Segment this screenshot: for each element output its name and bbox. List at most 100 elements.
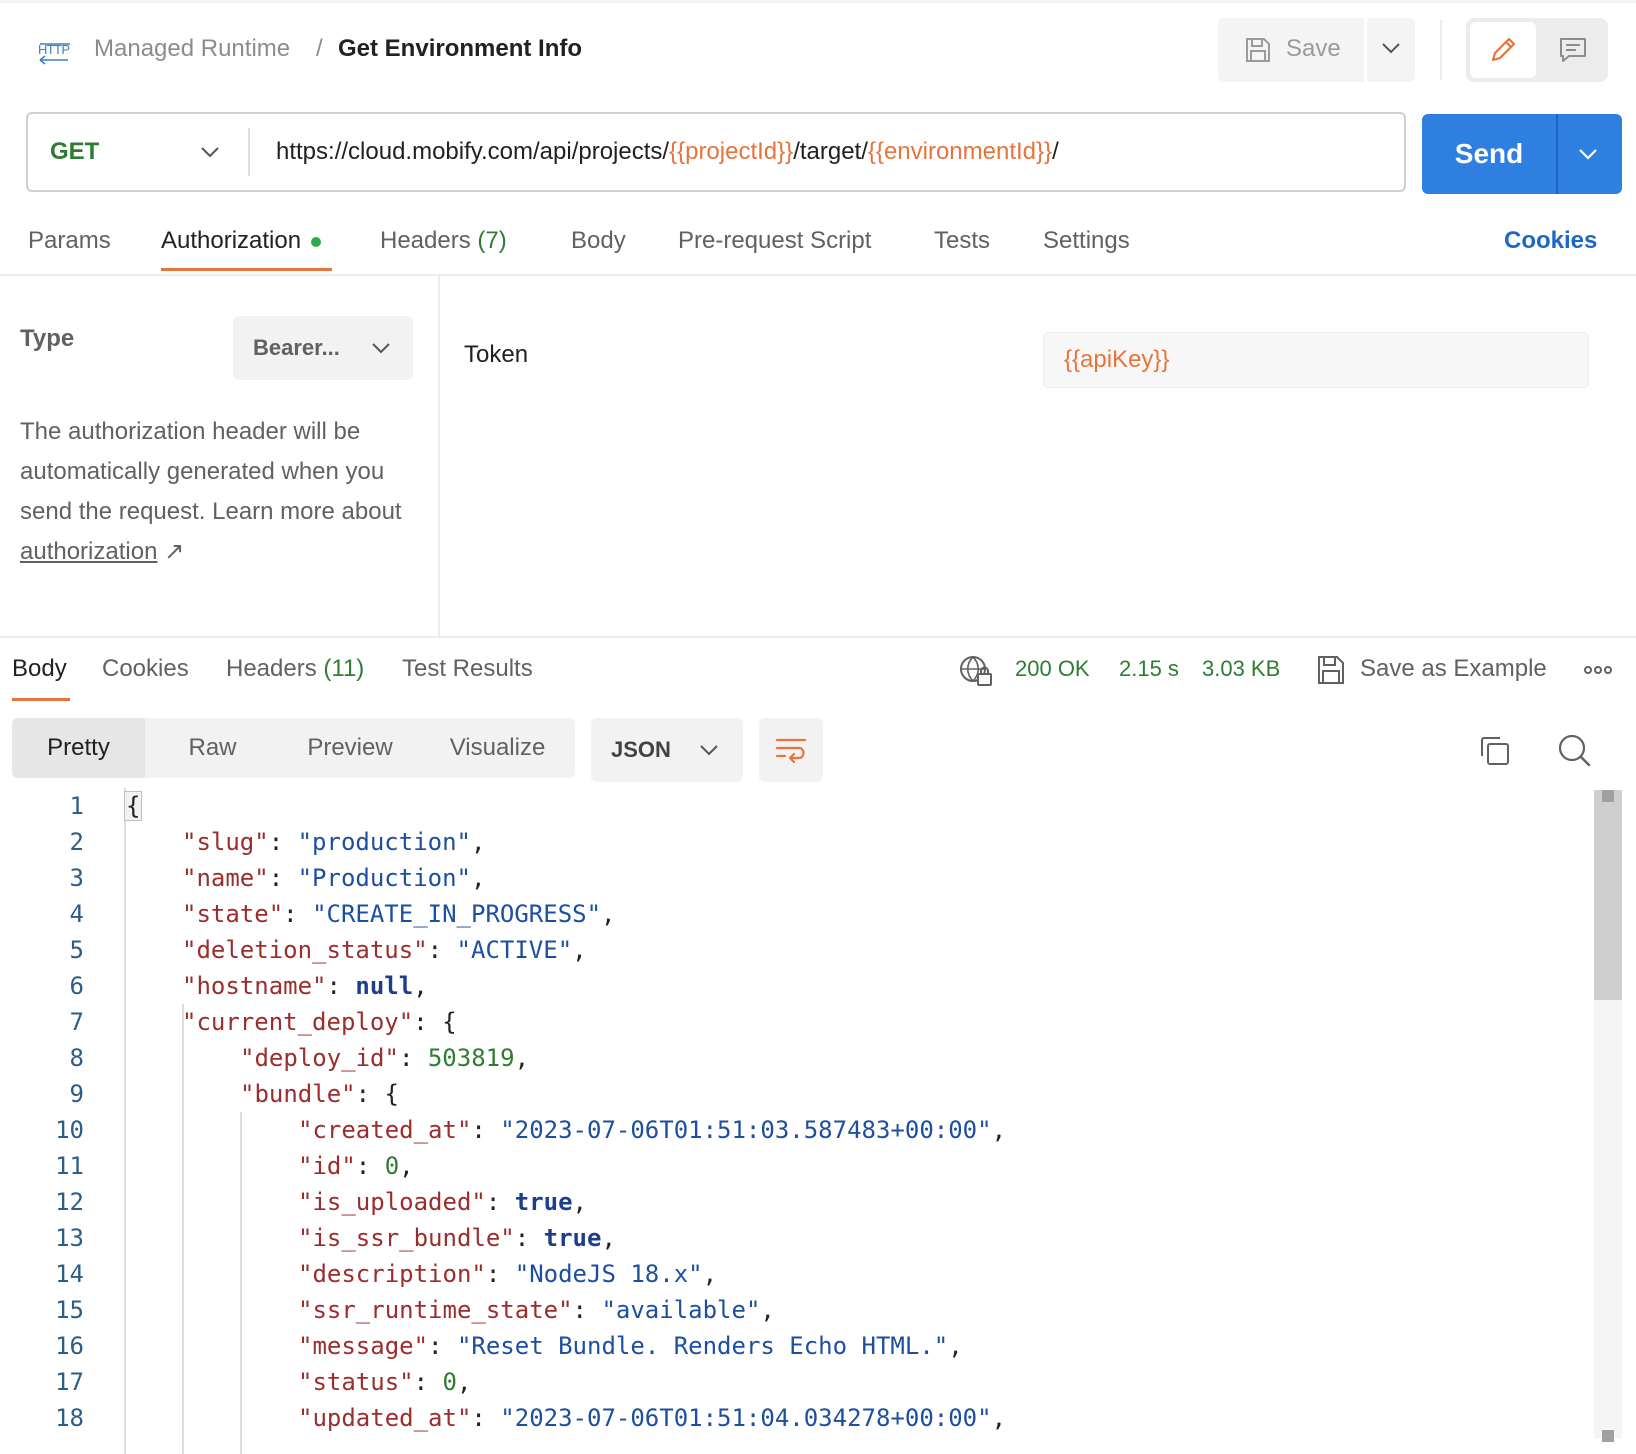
json-brace: {	[384, 1080, 399, 1108]
request-title[interactable]: Get Environment Info	[338, 32, 582, 66]
json-key: "description"	[298, 1260, 486, 1288]
json-key: "deletion_status"	[182, 936, 428, 964]
tab-settings[interactable]: Settings	[1043, 224, 1130, 258]
copy-icon[interactable]	[1478, 734, 1512, 768]
code-line: 8 "deploy_id": 503819,	[0, 1040, 1594, 1076]
format-value: JSON	[611, 737, 671, 762]
line-number: 9	[69, 1080, 84, 1108]
json-number: 0	[384, 1152, 400, 1180]
json-string: "2023-07-06T01:51:03.587483+00:00"	[500, 1116, 992, 1144]
line-number: 1	[69, 792, 84, 820]
response-tab-body[interactable]: Body	[12, 652, 67, 686]
line-number: 2	[69, 828, 84, 856]
chevron-down-icon	[1382, 43, 1400, 54]
response-tab-cookies[interactable]: Cookies	[102, 652, 189, 686]
json-number: 0	[442, 1368, 457, 1396]
response-size[interactable]: 3.03 KB	[1202, 652, 1280, 686]
url-input[interactable]: https://cloud.mobify.com/api/projects/{{…	[276, 134, 1059, 170]
breadcrumb-collection[interactable]: Managed Runtime	[94, 32, 290, 66]
mode-pretty[interactable]: Pretty	[12, 718, 145, 778]
scrollbar-thumb[interactable]	[1594, 790, 1622, 1000]
globe-lock-icon[interactable]	[958, 654, 994, 688]
auth-help-body: The authorization header will be automat…	[20, 418, 402, 525]
code-line: 16 "message": "Reset Bundle. Renders Echo…	[0, 1328, 1594, 1364]
json-string: "NodeJS 18.x"	[514, 1260, 703, 1288]
top-border	[0, 0, 1636, 3]
token-label: Token	[464, 341, 529, 368]
wrap-lines-icon	[775, 738, 807, 764]
json-key: "updated_at"	[298, 1404, 472, 1432]
header-divider	[1440, 20, 1442, 80]
code-line: 17 "status": 0,	[0, 1364, 1594, 1400]
response-tab-test-results[interactable]: Test Results	[402, 652, 533, 686]
send-button[interactable]: Send	[1422, 114, 1556, 194]
json-brace: {	[124, 791, 143, 821]
json-string: "ACTIVE"	[456, 936, 573, 964]
json-string: "available"	[601, 1296, 761, 1324]
token-value: {{apiKey}}	[1064, 346, 1170, 373]
view-mode-segmented-control: Pretty Raw Preview Visualize	[12, 718, 575, 778]
json-key: "ssr_runtime_state"	[298, 1296, 573, 1324]
json-key: "created_at"	[298, 1116, 472, 1144]
json-boolean: true	[543, 1224, 602, 1252]
authorization-link[interactable]: authorization	[20, 538, 157, 565]
save-button[interactable]: Save	[1218, 18, 1364, 82]
line-number: 18	[55, 1404, 84, 1432]
response-time[interactable]: 2.15 s	[1119, 652, 1179, 686]
scroll-down-arrow[interactable]	[1602, 1430, 1614, 1442]
format-select[interactable]: JSON	[591, 718, 743, 782]
mode-preview[interactable]: Preview	[280, 718, 420, 778]
code-line: 10 "created_at": "2023-07-06T01:51:03.587…	[0, 1112, 1594, 1148]
wrap-lines-button[interactable]	[759, 718, 823, 782]
json-key: "message"	[298, 1332, 429, 1360]
json-key: "hostname"	[182, 972, 327, 1000]
json-key: "is_uploaded"	[298, 1188, 486, 1216]
line-number: 10	[55, 1116, 84, 1144]
method-selector[interactable]: GET	[50, 134, 99, 170]
json-key: "deploy_id"	[240, 1044, 399, 1072]
search-icon[interactable]	[1556, 732, 1592, 768]
mode-visualize[interactable]: Visualize	[420, 718, 575, 778]
pencil-icon	[1491, 37, 1516, 62]
json-string: "Production"	[297, 864, 471, 892]
tab-authorization-label: Authorization	[161, 227, 302, 254]
tab-tests[interactable]: Tests	[934, 224, 990, 258]
json-key: "name"	[182, 864, 269, 892]
chevron-down-icon[interactable]	[194, 136, 226, 168]
chevron-down-icon[interactable]	[1572, 138, 1604, 170]
json-key: "state"	[182, 900, 284, 928]
save-as-example-button[interactable]: Save as Example	[1360, 652, 1547, 686]
scroll-up-arrow[interactable]	[1602, 790, 1614, 802]
tab-authorization[interactable]: Authorization	[161, 224, 322, 258]
view-mode-toggle	[1466, 18, 1608, 82]
response-status[interactable]: 200 OK	[1015, 652, 1090, 686]
json-string: "production"	[297, 828, 471, 856]
json-string: "Reset Bundle. Renders Echo HTML."	[456, 1332, 949, 1360]
response-divider	[0, 636, 1636, 638]
token-input[interactable]: {{apiKey}}	[1043, 332, 1589, 388]
auth-type-select[interactable]: Bearer...	[233, 316, 413, 380]
save-icon[interactable]	[1316, 654, 1346, 686]
line-number: 17	[55, 1368, 84, 1396]
more-icon[interactable]	[1582, 654, 1614, 686]
tab-body[interactable]: Body	[571, 224, 626, 258]
code-line: 6 "hostname": null,	[0, 968, 1594, 1004]
comments-button[interactable]	[1542, 22, 1604, 78]
json-brace: {	[442, 1008, 457, 1036]
response-tab-headers[interactable]: Headers (11)	[226, 652, 364, 686]
url-segment: /	[1052, 138, 1059, 165]
tab-prerequest-script[interactable]: Pre-request Script	[678, 224, 871, 258]
mode-raw[interactable]: Raw	[145, 718, 280, 778]
save-options-button[interactable]	[1367, 18, 1415, 82]
tabs-divider	[0, 274, 1636, 276]
json-key: "status"	[298, 1368, 414, 1396]
tab-params[interactable]: Params	[28, 224, 111, 258]
edit-mode-button[interactable]	[1470, 22, 1536, 78]
response-headers-label: Headers	[226, 655, 317, 682]
cookies-link[interactable]: Cookies	[1504, 224, 1597, 258]
comment-icon	[1560, 38, 1586, 62]
tab-headers-label: Headers	[380, 227, 471, 254]
chevron-down-icon	[372, 343, 390, 354]
response-body-editor[interactable]: 1{ 2 "slug": "production", 3 "name": "Prod…	[0, 788, 1594, 1454]
tab-headers[interactable]: Headers (7)	[380, 224, 507, 258]
